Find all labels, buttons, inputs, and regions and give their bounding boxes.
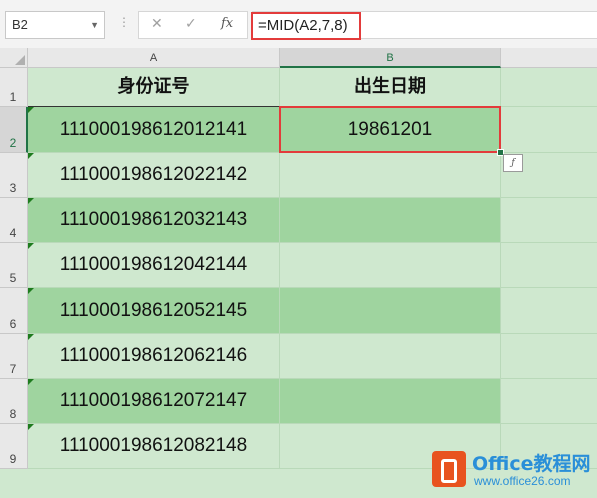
column-title-id-number[interactable]: 身份证号 [28,68,280,107]
formula-buttons: ✕ ✓ fx [138,11,248,39]
row-header-4[interactable]: 4 [0,198,28,243]
cell-b3[interactable] [280,153,501,198]
cell-a7[interactable]: 111000198612062146 [28,334,280,379]
more-options-icon[interactable]: ⋮ [118,15,130,29]
cell-c1[interactable] [501,68,597,107]
watermark-url: www.office26.com [474,474,571,488]
select-all-button[interactable] [0,48,28,68]
watermark-title: Office教程网 [472,453,591,475]
cell-c7[interactable] [501,334,597,379]
enter-icon[interactable]: ✓ [185,16,197,32]
insert-function-icon[interactable]: fx [221,16,233,31]
cell-a8[interactable]: 111000198612072147 [28,379,280,424]
row-header-9[interactable]: 9 [0,424,28,469]
error-indicator-icon [28,198,34,204]
cell-b4[interactable] [280,198,501,243]
cell-a4[interactable]: 111000198612032143 [28,198,280,243]
cell-b8[interactable] [280,379,501,424]
flash-fill-options-icon[interactable]: ƒ [503,154,523,172]
error-indicator-icon [28,243,34,249]
column-header-a[interactable]: A [28,48,280,68]
cell-b5[interactable] [280,243,501,288]
cancel-icon[interactable]: ✕ [151,16,163,32]
column-header-c[interactable] [501,48,597,68]
error-indicator-icon [28,334,34,340]
cell-a2[interactable]: 111000198612012141 [28,107,280,153]
cell-b7[interactable] [280,334,501,379]
spreadsheet-grid: A B 1 身份证号 出生日期 2 111000198612012141 19861201… [0,48,597,498]
row-header-7[interactable]: 7 [0,334,28,379]
office-logo-icon [432,451,466,487]
row-header-2[interactable]: 2 [0,107,28,153]
error-indicator-icon [28,153,34,159]
chevron-down-icon[interactable]: ▼ [90,12,99,38]
select-all-icon [15,55,25,65]
cell-c5[interactable] [501,243,597,288]
cell-a9[interactable]: 111000198612082148 [28,424,280,469]
row-header-1[interactable]: 1 [0,68,28,107]
cell-b6[interactable] [280,288,501,334]
error-indicator-icon [28,424,34,430]
cell-c8[interactable] [501,379,597,424]
selected-cell-outline [279,106,501,153]
cell-a5[interactable]: 111000198612042144 [28,243,280,288]
formula-text[interactable]: =MID(A2,7,8) [251,12,361,40]
cell-a3[interactable]: 111000198612022142 [28,153,280,198]
row-header-5[interactable]: 5 [0,243,28,288]
error-indicator-icon [28,288,34,294]
name-box-value: B2 [12,17,28,32]
error-indicator-icon [28,107,34,113]
cell-c2[interactable] [501,107,597,153]
column-header-b[interactable]: B [280,48,501,68]
row-header-3[interactable]: 3 [0,153,28,198]
cell-c6[interactable] [501,288,597,334]
row-header-8[interactable]: 8 [0,379,28,424]
cell-c4[interactable] [501,198,597,243]
name-box[interactable]: B2 ▼ [5,11,105,39]
row-header-6[interactable]: 6 [0,288,28,334]
column-title-birth-date[interactable]: 出生日期 [280,68,501,107]
watermark: Office教程网 www.office26.com [428,447,596,493]
cell-a6[interactable]: 111000198612052145 [28,288,280,334]
error-indicator-icon [28,379,34,385]
formula-bar: B2 ▼ ⋮ ✕ ✓ fx =MID(A2,7,8) [0,0,597,48]
